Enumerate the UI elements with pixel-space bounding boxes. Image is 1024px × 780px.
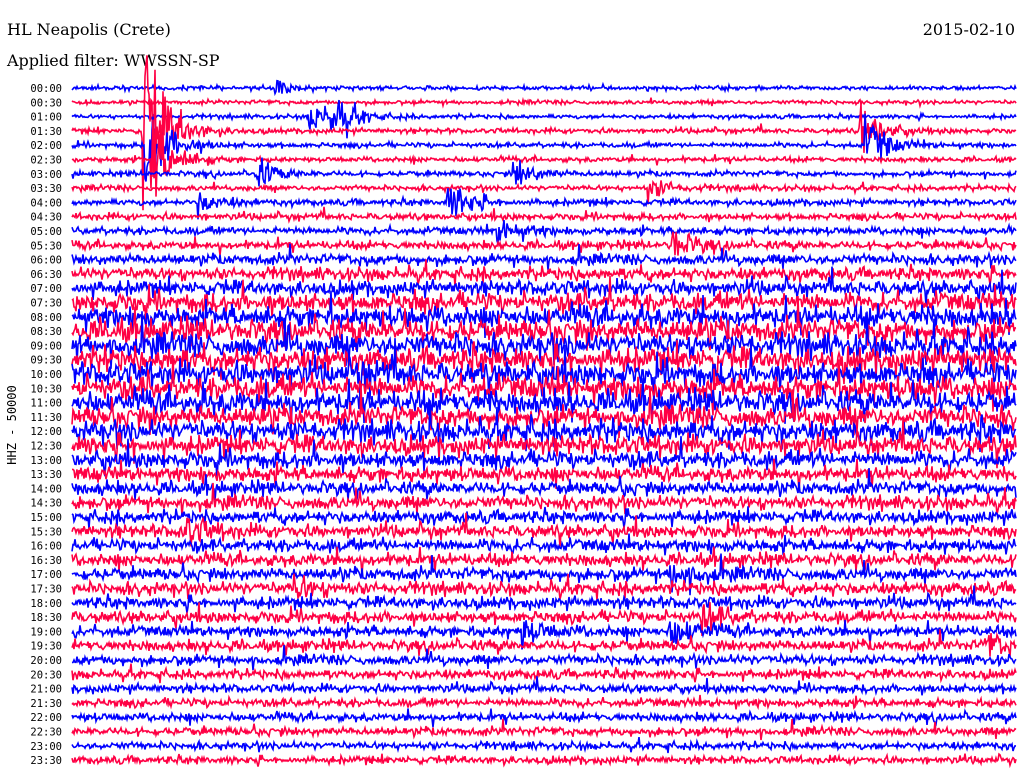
row-time-label: 11:30 (30, 412, 62, 424)
row-time-label: 17:00 (30, 569, 62, 581)
trace-line-2230 (71, 718, 1017, 741)
row-time-label: 09:00 (30, 340, 62, 352)
trace-line-2130 (71, 694, 1017, 711)
row-time-label: 22:30 (30, 727, 62, 739)
row-time-label: 08:00 (30, 312, 62, 324)
trace-line-2330 (71, 752, 1017, 769)
row-time-label: 07:30 (30, 298, 62, 310)
trace-line-2300 (71, 736, 1017, 754)
row-time-label: 06:30 (30, 269, 62, 281)
row-time-label: 04:30 (30, 212, 62, 224)
row-time-label: 12:30 (30, 441, 62, 453)
row-time-label: 21:30 (30, 698, 62, 710)
row-time-label: 09:30 (30, 355, 62, 367)
row-time-label: 02:00 (30, 140, 62, 152)
row-time-label: 02:30 (30, 155, 62, 167)
row-time-label: 01:00 (30, 112, 62, 124)
row-time-label: 17:30 (30, 584, 62, 596)
row-time-label: 16:30 (30, 555, 62, 567)
row-time-label: 15:30 (30, 526, 62, 538)
row-time-label: 00:00 (30, 83, 62, 95)
row-time-label: 23:30 (30, 755, 62, 767)
row-time-label: 20:00 (30, 655, 62, 667)
row-time-label: 11:00 (30, 398, 62, 410)
row-time-label: 14:00 (30, 483, 62, 495)
row-time-label: 10:00 (30, 369, 62, 381)
trace-line-0630 (71, 259, 1017, 286)
row-time-label: 05:30 (30, 240, 62, 252)
row-time-label: 01:30 (30, 126, 62, 138)
row-time-label: 10:30 (30, 383, 62, 395)
row-time-label: 13:00 (30, 455, 62, 467)
row-time-label: 13:30 (30, 469, 62, 481)
row-time-label: 12:00 (30, 426, 62, 438)
row-time-label: 23:00 (30, 741, 62, 753)
row-time-label: 16:00 (30, 541, 62, 553)
row-time-label: 19:00 (30, 626, 62, 638)
row-time-label: 08:30 (30, 326, 62, 338)
row-time-label: 20:30 (30, 669, 62, 681)
trace-line-0430 (71, 206, 1017, 224)
trace-line-0030 (71, 96, 1017, 109)
row-time-label: 15:00 (30, 512, 62, 524)
trace-line-0000 (71, 79, 1017, 97)
row-time-label: 06:00 (30, 255, 62, 267)
row-time-label: 19:30 (30, 641, 62, 653)
row-time-label: 18:30 (30, 612, 62, 624)
row-time-label: 05:00 (30, 226, 62, 238)
row-time-label: 21:00 (30, 684, 62, 696)
row-time-label: 14:30 (30, 498, 62, 510)
trace-line-2200 (71, 708, 1017, 728)
row-time-label: 04:00 (30, 197, 62, 209)
helicorder-plot: 00:00 00:30 01:00 01:30 02:00 02:30 03:00 03:30… (30, 55, 1017, 769)
row-time-label: 03:00 (30, 169, 62, 181)
row-time-label: 03:30 (30, 183, 62, 195)
trace-line-0600 (71, 243, 1017, 271)
trace-line-2030 (71, 663, 1017, 684)
row-time-label: 07:00 (30, 283, 62, 295)
trace-line-2100 (71, 676, 1017, 696)
row-time-label: 18:00 (30, 598, 62, 610)
row-time-label: 22:00 (30, 712, 62, 724)
row-time-label: 00:30 (30, 97, 62, 109)
